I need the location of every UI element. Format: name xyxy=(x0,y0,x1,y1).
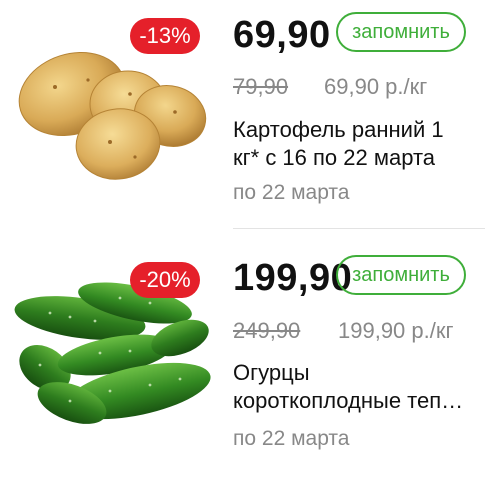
valid-until: по 22 марта xyxy=(233,181,350,204)
remember-button[interactable]: запомнить xyxy=(336,255,466,295)
unit-price: 199,90 р./кг xyxy=(338,318,454,343)
discount-badge: -13% xyxy=(130,18,200,54)
cucumbers-image xyxy=(14,282,211,424)
discount-badge: -20% xyxy=(130,262,200,298)
price: 69,90 xyxy=(233,14,331,56)
old-price: 79,90 xyxy=(233,74,289,99)
product-name-line: кг* с 16 по 22 марта xyxy=(233,145,436,170)
product-card[interactable]: -13% 69,90 запомнить 79,90 69,90 р./кг К… xyxy=(0,0,501,235)
unit-price: 69,90 р./кг xyxy=(324,74,428,99)
remember-button[interactable]: запомнить xyxy=(336,12,466,52)
product-name-line: короткоплодные теп… xyxy=(233,388,464,413)
potatoes-image xyxy=(18,51,207,180)
product-name-line: Огурцы xyxy=(233,360,310,385)
price: 199,90 xyxy=(233,257,353,299)
product-card[interactable]: -20% 199,90 запомнить 249,90 199,90 р./к… xyxy=(0,243,501,478)
old-price: 249,90 xyxy=(233,318,301,343)
product-name[interactable]: Огурцы короткоплодные теп… xyxy=(233,359,488,415)
divider xyxy=(233,228,485,229)
product-name[interactable]: Картофель ранний 1 кг* с 16 по 22 марта xyxy=(233,116,488,172)
product-name-line: Картофель ранний 1 xyxy=(233,117,444,142)
valid-until: по 22 марта xyxy=(233,427,350,450)
